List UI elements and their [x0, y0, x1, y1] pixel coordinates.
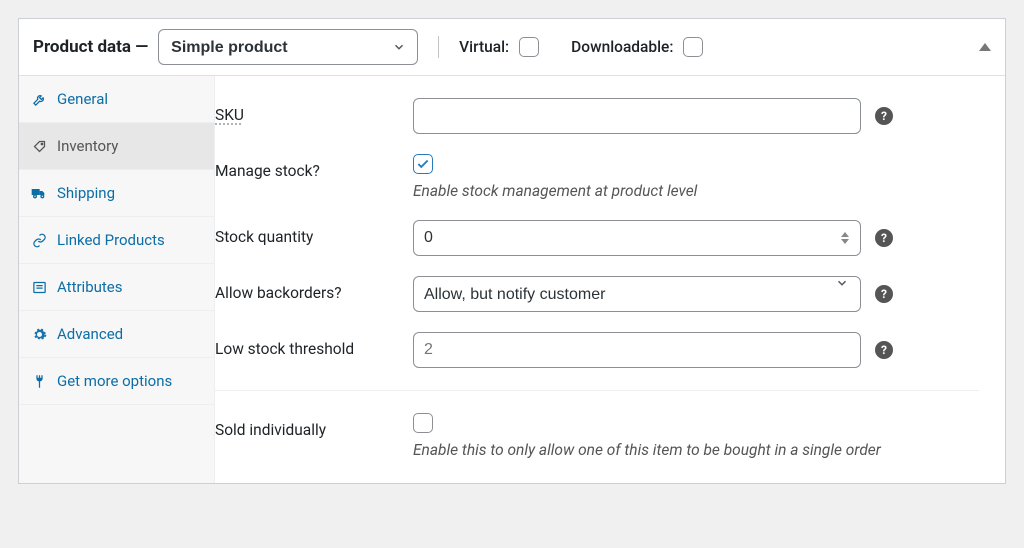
low-stock-input[interactable] [413, 332, 861, 368]
panel-body: General Inventory Shipping Linked Produc… [19, 76, 1005, 483]
help-icon[interactable]: ? [875, 341, 893, 359]
sidebar-item-label: Advanced [57, 325, 123, 343]
link-icon [31, 232, 47, 248]
sidebar-item-label: Attributes [57, 278, 123, 296]
manage-stock-checkbox[interactable] [413, 154, 433, 174]
sold-individually-checkbox[interactable] [413, 413, 433, 433]
virtual-checkbox[interactable] [519, 37, 539, 57]
content: SKU ? Manage stock? Enable sto [215, 76, 1005, 483]
gear-icon [31, 326, 47, 342]
help-icon[interactable]: ? [875, 107, 893, 125]
row-low-stock: Low stock threshold ? [215, 318, 979, 374]
backorders-label: Allow backorders? [215, 276, 413, 302]
backorders-select[interactable]: Allow, but notify customer [413, 276, 861, 312]
stock-quantity-label: Stock quantity [215, 220, 413, 246]
sidebar-item-inventory[interactable]: Inventory [19, 123, 214, 170]
truck-icon [31, 185, 47, 201]
sidebar-item-get-more-options[interactable]: Get more options [19, 358, 214, 405]
divider [438, 36, 439, 58]
sku-label: SKU [215, 98, 413, 124]
row-sold-individually: Sold individually Enable this to only al… [215, 390, 979, 465]
product-data-panel: Product data — Simple product Virtual: D… [18, 18, 1006, 484]
sidebar-item-general[interactable]: General [19, 76, 214, 123]
plug-icon [31, 373, 47, 389]
row-allow-backorders: Allow backorders? Allow, but notify cust… [215, 262, 979, 318]
sidebar-item-attributes[interactable]: Attributes [19, 264, 214, 311]
virtual-label: Virtual: [459, 38, 509, 56]
wrench-icon [31, 91, 47, 107]
collapse-toggle-icon[interactable] [979, 43, 991, 51]
sidebar-item-shipping[interactable]: Shipping [19, 170, 214, 217]
sold-individually-description: Enable this to only allow one of this it… [413, 441, 979, 459]
sidebar-item-label: Inventory [57, 137, 118, 155]
sidebar-item-label: Shipping [57, 184, 115, 202]
list-icon [31, 279, 47, 295]
sidebar-item-advanced[interactable]: Advanced [19, 311, 214, 358]
sidebar-item-label: Get more options [57, 372, 172, 390]
downloadable-checkbox[interactable] [683, 37, 703, 57]
sold-individually-label: Sold individually [215, 413, 413, 439]
sidebar-item-label: General [57, 90, 108, 108]
sidebar-item-linked-products[interactable]: Linked Products [19, 217, 214, 264]
row-sku: SKU ? [215, 84, 979, 140]
row-manage-stock: Manage stock? Enable stock management at… [215, 140, 979, 206]
manage-stock-description: Enable stock management at product level [413, 182, 979, 200]
help-icon[interactable]: ? [875, 229, 893, 247]
tag-icon [31, 138, 47, 154]
panel-title: Product data — [33, 37, 148, 57]
sidebar-item-label: Linked Products [57, 231, 165, 249]
product-type-select[interactable]: Simple product [158, 29, 418, 65]
sku-input[interactable] [413, 98, 861, 134]
help-icon[interactable]: ? [875, 285, 893, 303]
manage-stock-label: Manage stock? [215, 154, 413, 180]
panel-header: Product data — Simple product Virtual: D… [19, 19, 1005, 76]
low-stock-label: Low stock threshold [215, 332, 413, 358]
stock-quantity-input[interactable] [413, 220, 861, 256]
downloadable-label: Downloadable: [571, 38, 673, 56]
sidebar: General Inventory Shipping Linked Produc… [19, 76, 215, 483]
row-stock-quantity: Stock quantity ? [215, 206, 979, 262]
